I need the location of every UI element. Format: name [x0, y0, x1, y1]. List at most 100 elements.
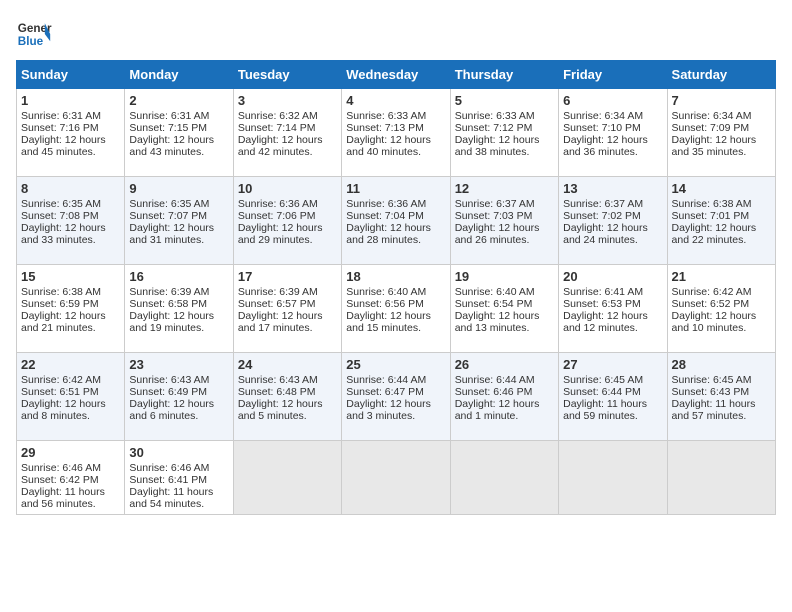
column-header-monday: Monday [125, 61, 233, 89]
sunrise-text: Sunrise: 6:33 AM [455, 110, 535, 122]
calendar-cell: 3Sunrise: 6:32 AMSunset: 7:14 PMDaylight… [233, 89, 341, 177]
day-number: 18 [346, 269, 445, 284]
day-number: 10 [238, 181, 337, 196]
day-number: 21 [672, 269, 771, 284]
column-header-thursday: Thursday [450, 61, 558, 89]
calendar-cell: 15Sunrise: 6:38 AMSunset: 6:59 PMDayligh… [17, 265, 125, 353]
sunrise-text: Sunrise: 6:38 AM [672, 198, 752, 210]
column-header-saturday: Saturday [667, 61, 775, 89]
sunset-text: Sunset: 7:07 PM [129, 210, 207, 222]
sunrise-text: Sunrise: 6:45 AM [563, 374, 643, 386]
daylight-text: Daylight: 12 hours and 1 minute. [455, 398, 540, 422]
daylight-text: Daylight: 12 hours and 42 minutes. [238, 134, 323, 158]
daylight-text: Daylight: 12 hours and 10 minutes. [672, 310, 757, 334]
daylight-text: Daylight: 12 hours and 5 minutes. [238, 398, 323, 422]
sunrise-text: Sunrise: 6:46 AM [21, 462, 101, 474]
calendar-cell [342, 441, 450, 515]
day-number: 9 [129, 181, 228, 196]
daylight-text: Daylight: 11 hours and 59 minutes. [563, 398, 647, 422]
calendar-header-row: SundayMondayTuesdayWednesdayThursdayFrid… [17, 61, 776, 89]
sunrise-text: Sunrise: 6:37 AM [455, 198, 535, 210]
daylight-text: Daylight: 12 hours and 19 minutes. [129, 310, 214, 334]
sunset-text: Sunset: 7:10 PM [563, 122, 641, 134]
day-number: 11 [346, 181, 445, 196]
sunrise-text: Sunrise: 6:44 AM [346, 374, 426, 386]
calendar-cell: 10Sunrise: 6:36 AMSunset: 7:06 PMDayligh… [233, 177, 341, 265]
day-number: 26 [455, 357, 554, 372]
daylight-text: Daylight: 12 hours and 22 minutes. [672, 222, 757, 246]
sunset-text: Sunset: 7:15 PM [129, 122, 207, 134]
calendar-week-row: 15Sunrise: 6:38 AMSunset: 6:59 PMDayligh… [17, 265, 776, 353]
sunset-text: Sunset: 6:58 PM [129, 298, 207, 310]
daylight-text: Daylight: 11 hours and 57 minutes. [672, 398, 756, 422]
calendar-week-row: 8Sunrise: 6:35 AMSunset: 7:08 PMDaylight… [17, 177, 776, 265]
daylight-text: Daylight: 12 hours and 8 minutes. [21, 398, 106, 422]
day-number: 29 [21, 445, 120, 460]
sunrise-text: Sunrise: 6:38 AM [21, 286, 101, 298]
sunset-text: Sunset: 6:44 PM [563, 386, 641, 398]
calendar-cell: 30Sunrise: 6:46 AMSunset: 6:41 PMDayligh… [125, 441, 233, 515]
sunset-text: Sunset: 7:12 PM [455, 122, 533, 134]
sunset-text: Sunset: 6:42 PM [21, 474, 99, 486]
daylight-text: Daylight: 12 hours and 45 minutes. [21, 134, 106, 158]
sunrise-text: Sunrise: 6:31 AM [21, 110, 101, 122]
calendar-cell: 2Sunrise: 6:31 AMSunset: 7:15 PMDaylight… [125, 89, 233, 177]
day-number: 8 [21, 181, 120, 196]
calendar-cell: 6Sunrise: 6:34 AMSunset: 7:10 PMDaylight… [559, 89, 667, 177]
daylight-text: Daylight: 12 hours and 3 minutes. [346, 398, 431, 422]
calendar-week-row: 29Sunrise: 6:46 AMSunset: 6:42 PMDayligh… [17, 441, 776, 515]
column-header-tuesday: Tuesday [233, 61, 341, 89]
sunset-text: Sunset: 7:01 PM [672, 210, 750, 222]
daylight-text: Daylight: 12 hours and 31 minutes. [129, 222, 214, 246]
day-number: 23 [129, 357, 228, 372]
calendar-cell: 19Sunrise: 6:40 AMSunset: 6:54 PMDayligh… [450, 265, 558, 353]
calendar-cell: 23Sunrise: 6:43 AMSunset: 6:49 PMDayligh… [125, 353, 233, 441]
sunrise-text: Sunrise: 6:34 AM [563, 110, 643, 122]
sunrise-text: Sunrise: 6:36 AM [238, 198, 318, 210]
calendar-cell: 4Sunrise: 6:33 AMSunset: 7:13 PMDaylight… [342, 89, 450, 177]
column-header-wednesday: Wednesday [342, 61, 450, 89]
calendar-cell: 18Sunrise: 6:40 AMSunset: 6:56 PMDayligh… [342, 265, 450, 353]
day-number: 17 [238, 269, 337, 284]
calendar-cell: 14Sunrise: 6:38 AMSunset: 7:01 PMDayligh… [667, 177, 775, 265]
calendar-cell: 12Sunrise: 6:37 AMSunset: 7:03 PMDayligh… [450, 177, 558, 265]
calendar-cell: 24Sunrise: 6:43 AMSunset: 6:48 PMDayligh… [233, 353, 341, 441]
day-number: 25 [346, 357, 445, 372]
sunrise-text: Sunrise: 6:40 AM [346, 286, 426, 298]
sunset-text: Sunset: 7:04 PM [346, 210, 424, 222]
day-number: 13 [563, 181, 662, 196]
sunset-text: Sunset: 6:52 PM [672, 298, 750, 310]
calendar-cell: 29Sunrise: 6:46 AMSunset: 6:42 PMDayligh… [17, 441, 125, 515]
daylight-text: Daylight: 12 hours and 26 minutes. [455, 222, 540, 246]
calendar-week-row: 22Sunrise: 6:42 AMSunset: 6:51 PMDayligh… [17, 353, 776, 441]
day-number: 2 [129, 93, 228, 108]
day-number: 15 [21, 269, 120, 284]
column-header-sunday: Sunday [17, 61, 125, 89]
calendar-cell: 1Sunrise: 6:31 AMSunset: 7:16 PMDaylight… [17, 89, 125, 177]
calendar-week-row: 1Sunrise: 6:31 AMSunset: 7:16 PMDaylight… [17, 89, 776, 177]
day-number: 30 [129, 445, 228, 460]
sunset-text: Sunset: 6:48 PM [238, 386, 316, 398]
column-header-friday: Friday [559, 61, 667, 89]
daylight-text: Daylight: 12 hours and 38 minutes. [455, 134, 540, 158]
sunrise-text: Sunrise: 6:33 AM [346, 110, 426, 122]
sunset-text: Sunset: 6:46 PM [455, 386, 533, 398]
daylight-text: Daylight: 12 hours and 17 minutes. [238, 310, 323, 334]
day-number: 12 [455, 181, 554, 196]
daylight-text: Daylight: 12 hours and 6 minutes. [129, 398, 214, 422]
day-number: 3 [238, 93, 337, 108]
calendar-cell: 25Sunrise: 6:44 AMSunset: 6:47 PMDayligh… [342, 353, 450, 441]
day-number: 28 [672, 357, 771, 372]
calendar-cell: 21 Sunrise: 6:42 AMSunset: 6:52 PMDayligh… [667, 265, 775, 353]
logo: General Blue [16, 16, 52, 52]
sunrise-text: Sunrise: 6:32 AM [238, 110, 318, 122]
sunrise-text: Sunrise: 6:39 AM [129, 286, 209, 298]
day-number: 19 [455, 269, 554, 284]
sunrise-text: Sunrise: 6:42 AM [672, 286, 752, 298]
day-number: 6 [563, 93, 662, 108]
sunrise-text: Sunrise: 6:35 AM [129, 198, 209, 210]
calendar-cell [233, 441, 341, 515]
day-number: 20 [563, 269, 662, 284]
sunset-text: Sunset: 6:49 PM [129, 386, 207, 398]
day-number: 22 [21, 357, 120, 372]
